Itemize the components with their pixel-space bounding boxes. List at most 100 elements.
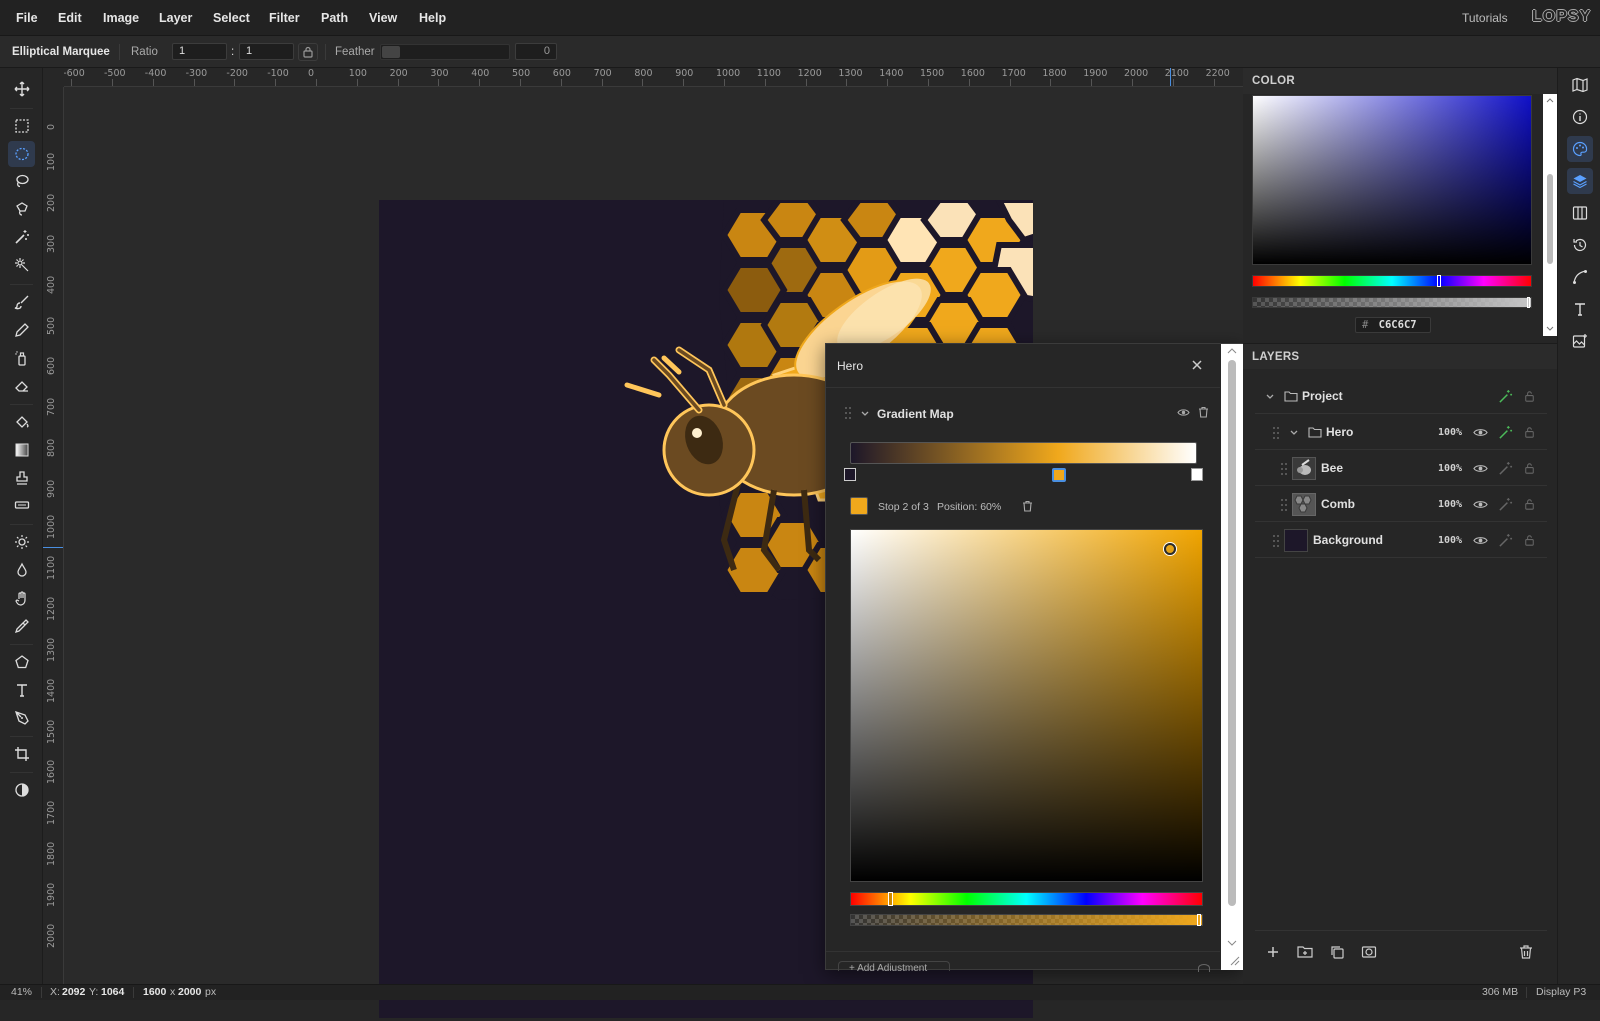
ratio-height-input[interactable]: 1: [239, 43, 294, 60]
layer-row-hero[interactable]: Hero 100%: [1255, 415, 1547, 450]
adjustments-dialog[interactable]: Hero Gradient Map Stop 2 of 3 Position: …: [825, 343, 1243, 972]
pencil-tool[interactable]: [8, 317, 35, 343]
scroll-down-icon[interactable]: [1227, 940, 1237, 946]
blur-tool[interactable]: [8, 557, 35, 583]
effects-wand-icon[interactable]: [1498, 533, 1513, 548]
layer-row-background[interactable]: Background 100%: [1255, 523, 1547, 558]
gradient-stop-handle-selected[interactable]: [1052, 468, 1066, 482]
feather-slider[interactable]: [380, 44, 510, 60]
color-panel-header[interactable]: COLOR: [1243, 68, 1557, 94]
lock-icon[interactable]: [1522, 533, 1537, 548]
effects-wand-icon[interactable]: [1498, 497, 1513, 512]
horizontal-ruler[interactable]: -600 -500 -400 -300 -200 -100 0 100 200 300 400 500…: [64, 68, 1243, 87]
hue-slider-handle[interactable]: [887, 892, 893, 906]
layers-panel-header[interactable]: LAYERS: [1243, 343, 1557, 369]
add-mask-button[interactable]: [1359, 943, 1379, 961]
feather-slider-handle[interactable]: [382, 46, 400, 58]
brush-tool[interactable]: [8, 289, 35, 315]
drag-handle-icon[interactable]: [844, 406, 852, 420]
eraser-tool[interactable]: [8, 372, 35, 398]
drag-handle-icon[interactable]: [1280, 462, 1288, 476]
color-saturation-picker[interactable]: [1252, 95, 1532, 265]
color-hue-handle[interactable]: [1437, 275, 1442, 287]
menu-image[interactable]: Image: [103, 0, 139, 36]
layer-row-project[interactable]: Project: [1255, 379, 1547, 414]
picker-cursor[interactable]: [1164, 543, 1176, 555]
layer-row-comb[interactable]: Comb 100%: [1255, 487, 1547, 522]
dodge-tool[interactable]: [8, 529, 35, 555]
visibility-eye-icon[interactable]: [1177, 407, 1190, 421]
add-layer-button[interactable]: [1263, 943, 1283, 961]
options-icon[interactable]: [1198, 964, 1210, 972]
eyedropper-tool[interactable]: [8, 613, 35, 639]
image-panel-button[interactable]: [1567, 328, 1593, 354]
expand-chevron-icon[interactable]: [1265, 392, 1275, 402]
lock-icon[interactable]: [1522, 497, 1537, 512]
dialog-scrollbar[interactable]: [1221, 344, 1243, 970]
tutorials-link[interactable]: Tutorials: [1462, 0, 1508, 36]
collapse-chevron-icon[interactable]: [860, 408, 870, 422]
healing-tool[interactable]: [8, 492, 35, 518]
drag-handle-icon[interactable]: [1272, 534, 1280, 548]
add-group-button[interactable]: [1295, 943, 1315, 961]
menu-path[interactable]: Path: [321, 0, 348, 36]
magic-wand-tool[interactable]: [8, 224, 35, 250]
spray-tool[interactable]: [8, 345, 35, 371]
scroll-thumb[interactable]: [1228, 360, 1236, 906]
layer-opacity[interactable]: 100%: [1438, 523, 1462, 558]
ratio-width-input[interactable]: 1: [172, 43, 227, 60]
fill-tool[interactable]: [8, 409, 35, 435]
effects-wand-icon[interactable]: [1498, 425, 1513, 440]
add-adjustment-button[interactable]: + Add Adjustment: [838, 961, 950, 971]
menu-file[interactable]: File: [16, 0, 38, 36]
menu-view[interactable]: View: [369, 0, 397, 36]
pen-tool[interactable]: [8, 705, 35, 731]
saturation-value-picker[interactable]: [850, 529, 1203, 882]
visibility-eye-icon[interactable]: [1473, 533, 1488, 548]
dialog-close-button[interactable]: [1188, 356, 1206, 374]
stop-color-swatch[interactable]: [850, 497, 868, 515]
drag-handle-icon[interactable]: [1272, 426, 1280, 440]
gradient-tool[interactable]: [8, 437, 35, 463]
adjust-tool[interactable]: [8, 777, 35, 803]
alpha-slider[interactable]: [850, 914, 1203, 926]
navigator-panel-button[interactable]: [1567, 72, 1593, 98]
hex-input[interactable]: # C6C6C7: [1355, 317, 1431, 333]
drag-handle-icon[interactable]: [1280, 498, 1288, 512]
vertical-ruler[interactable]: 0 100 200 300 400 500 600 700 800 900 1000 1100 1200…: [43, 87, 64, 984]
crop-tool[interactable]: [8, 741, 35, 767]
ratio-lock-button[interactable]: [298, 43, 318, 61]
color-panel-button[interactable]: [1567, 136, 1593, 162]
color-hue-slider[interactable]: [1252, 275, 1532, 287]
lock-icon[interactable]: [1522, 389, 1537, 404]
move-tool[interactable]: [8, 76, 35, 102]
visibility-eye-icon[interactable]: [1473, 497, 1488, 512]
gradient-preview-bar[interactable]: [850, 442, 1197, 464]
paths-panel-button[interactable]: [1567, 264, 1593, 290]
layer-row-bee[interactable]: Bee 100%: [1255, 451, 1547, 486]
visibility-eye-icon[interactable]: [1473, 461, 1488, 476]
scroll-up-icon[interactable]: [1227, 348, 1237, 354]
clone-stamp-tool[interactable]: [8, 465, 35, 491]
delete-stop-icon[interactable]: [1022, 500, 1033, 515]
delete-layer-button[interactable]: [1516, 943, 1536, 961]
scroll-thumb[interactable]: [1547, 174, 1553, 264]
quick-select-tool[interactable]: [8, 252, 35, 278]
color-alpha-slider[interactable]: [1252, 297, 1532, 308]
expand-chevron-icon[interactable]: [1289, 428, 1299, 438]
rect-marquee-tool[interactable]: [8, 113, 35, 139]
delete-adjustment-icon[interactable]: [1198, 406, 1209, 421]
text-tool[interactable]: [8, 677, 35, 703]
gradient-stop-handle[interactable]: [1191, 468, 1203, 481]
scroll-up-icon[interactable]: [1546, 98, 1554, 103]
history-panel-button[interactable]: [1567, 232, 1593, 258]
polygon-lasso-tool[interactable]: [8, 196, 35, 222]
layers-panel-button[interactable]: [1567, 168, 1593, 194]
scroll-down-icon[interactable]: [1546, 326, 1554, 331]
menu-help[interactable]: Help: [419, 0, 446, 36]
zoom-level[interactable]: 41%: [11, 986, 32, 998]
menu-edit[interactable]: Edit: [58, 0, 82, 36]
ellipse-marquee-tool[interactable]: [8, 141, 35, 167]
character-panel-button[interactable]: [1567, 296, 1593, 322]
layer-opacity[interactable]: 100%: [1438, 415, 1462, 450]
